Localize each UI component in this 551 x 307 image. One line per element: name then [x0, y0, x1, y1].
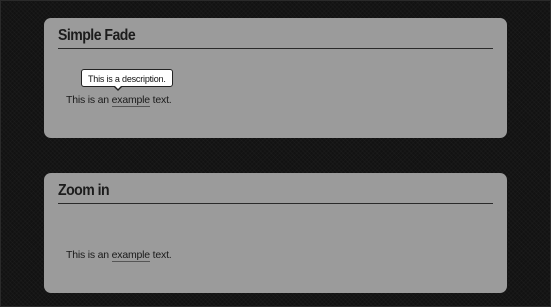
demo-sentence: This is an example text.	[66, 94, 172, 107]
title-divider	[58, 48, 493, 49]
sentence-start: This is an	[66, 94, 112, 106]
panel-title: Simple Fade	[58, 27, 136, 44]
tooltip: This is a description.	[81, 69, 173, 87]
sentence-end: text.	[149, 249, 172, 261]
simple-fade-panel: Simple Fade This is a description. This …	[44, 18, 507, 138]
title-divider	[58, 203, 493, 204]
example-link[interactable]: example	[111, 94, 150, 107]
sentence-start: This is an	[66, 249, 112, 261]
panel-title: Zoom in	[58, 182, 110, 199]
zoom-in-panel: Zoom in This is an example text.	[44, 173, 507, 293]
sentence-end: text.	[149, 94, 172, 106]
tooltip-arrow-fill	[115, 86, 121, 89]
example-link[interactable]: example	[111, 249, 150, 262]
demo-sentence: This is an example text.	[66, 249, 172, 262]
